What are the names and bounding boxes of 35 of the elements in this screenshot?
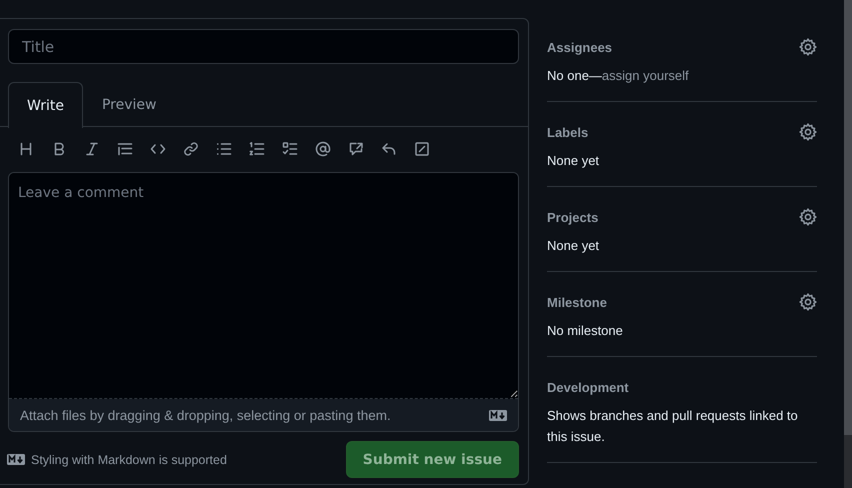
markdown-icon: [7, 454, 25, 465]
settings-icon[interactable]: [799, 208, 817, 226]
heading-icon[interactable]: [18, 141, 34, 157]
markdown-icon: [489, 410, 507, 420]
quote-icon[interactable]: [117, 141, 133, 157]
settings-icon[interactable]: [799, 38, 817, 56]
reference-icon[interactable]: [348, 141, 364, 157]
assign-yourself-link[interactable]: assign yourself: [602, 68, 689, 83]
mention-icon[interactable]: [315, 141, 331, 157]
sidebar-value: No milestone: [547, 322, 624, 340]
settings-icon[interactable]: [799, 293, 817, 311]
sidebar-heading: Projects: [547, 210, 598, 224]
sidebar-heading: Development: [547, 380, 629, 394]
slash-command-icon[interactable]: [414, 141, 430, 157]
task-list-icon[interactable]: [282, 141, 298, 157]
italic-icon[interactable]: [84, 141, 100, 157]
reply-icon[interactable]: [381, 141, 397, 157]
sidebar-value: No one—assign yourself: [547, 67, 690, 85]
sidebar-value: None yet: [547, 152, 600, 170]
sidebar-heading: Labels: [547, 124, 588, 140]
comment-field[interactable]: Leave a comment: [9, 173, 518, 399]
scrollbar-thumb[interactable]: [844, 0, 852, 435]
settings-icon[interactable]: [799, 123, 817, 141]
editor-tab[interactable]: Preview: [82, 82, 176, 127]
attach-hint: Attach files by dragging & dropping, selecting or pasting them.: [20, 408, 391, 422]
link-icon[interactable]: [183, 141, 199, 157]
bulleted-list-icon[interactable]: [216, 141, 232, 157]
editor-tab[interactable]: Write: [8, 82, 83, 128]
sidebar-value: Shows branches and pull requests linked to this issue.: [547, 407, 799, 446]
sidebar-heading: Milestone: [547, 294, 607, 310]
title-field[interactable]: Title: [8, 29, 519, 64]
numbered-list-icon[interactable]: [249, 141, 265, 157]
markdown-note: Styling with Markdown is supported: [31, 452, 227, 466]
sidebar-heading: Assignees: [547, 40, 612, 54]
sidebar-value: None yet: [547, 237, 600, 255]
